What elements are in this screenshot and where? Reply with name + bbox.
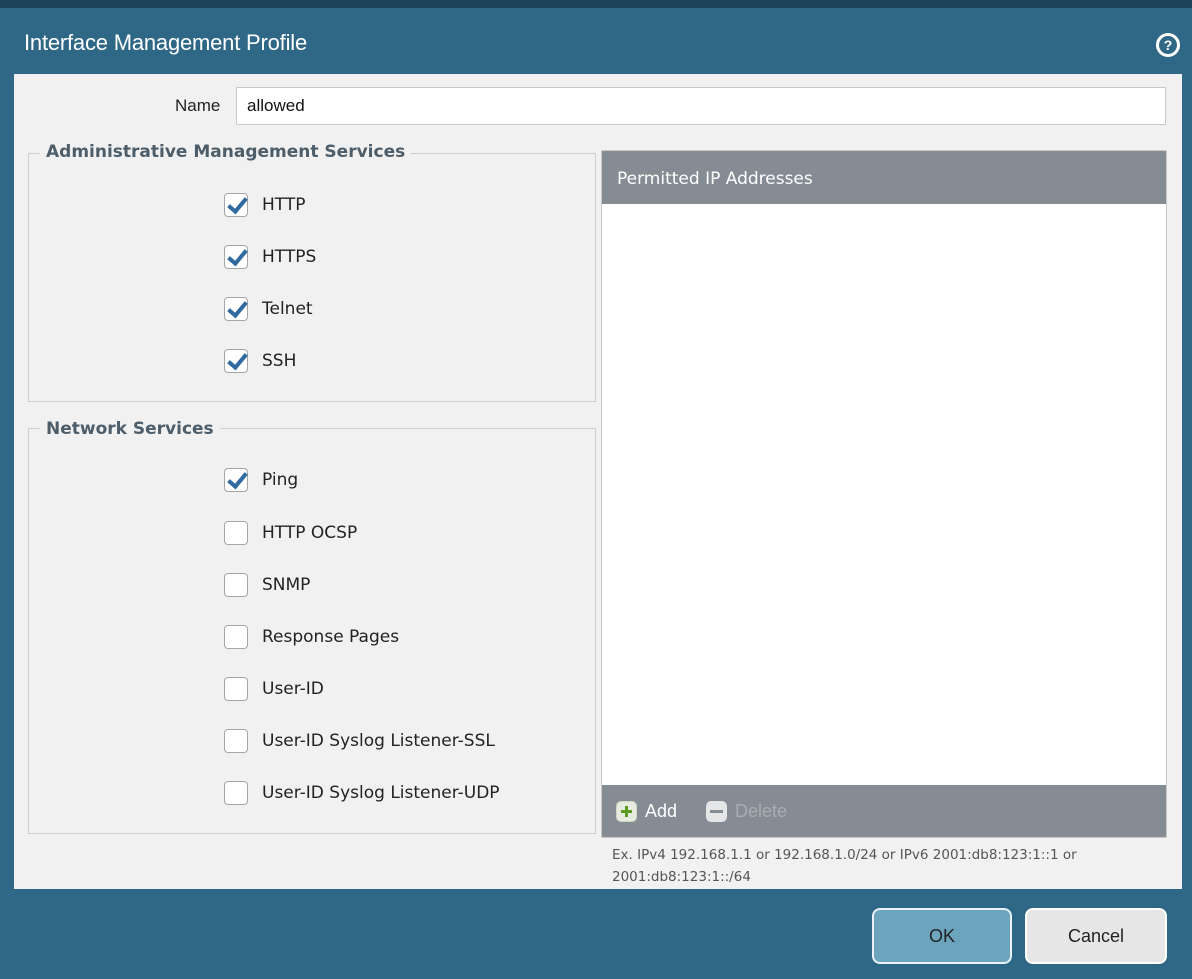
checkbox-https[interactable]: HTTPS	[224, 245, 316, 269]
add-button[interactable]: Add	[616, 801, 677, 822]
dialog-titlebar: Interface Management Profile ?	[0, 0, 1192, 74]
minus-icon	[706, 801, 727, 822]
checkbox-snmp[interactable]: SNMP	[224, 573, 310, 597]
checkbox-unchecked-icon[interactable]	[224, 625, 248, 649]
checkbox-label: HTTPS	[262, 247, 317, 267]
checkbox-http-ocsp[interactable]: HTTP OCSP	[224, 521, 357, 545]
admin-services-legend: Administrative Management Services	[40, 142, 412, 162]
ok-button[interactable]: OK	[872, 908, 1012, 964]
checkbox-label: SSH	[262, 351, 297, 371]
cancel-button[interactable]: Cancel	[1025, 908, 1167, 964]
checkbox-label: User-ID Syslog Listener-UDP	[262, 783, 500, 803]
checkbox-label: HTTP OCSP	[262, 523, 358, 543]
help-circle-icon[interactable]: ?	[1156, 33, 1180, 57]
checkbox-unchecked-icon[interactable]	[224, 729, 248, 753]
checkbox-user-id-syslog-ssl[interactable]: User-ID Syslog Listener-SSL	[224, 729, 495, 753]
checkbox-label: User-ID	[262, 679, 324, 699]
checkbox-label: HTTP	[262, 195, 306, 215]
checkbox-checked-icon[interactable]	[224, 297, 248, 321]
checkbox-telnet[interactable]: Telnet	[224, 297, 313, 321]
add-button-label: Add	[645, 801, 678, 821]
checkbox-label: User-ID Syslog Listener-SSL	[262, 731, 495, 751]
checkbox-ssh[interactable]: SSH	[224, 349, 296, 373]
dialog-title: Interface Management Profile	[24, 30, 307, 55]
permitted-ip-toolbar: Add Delete	[602, 785, 1166, 837]
checkbox-user-id-syslog-udp[interactable]: User-ID Syslog Listener-UDP	[224, 781, 500, 805]
ip-format-hint: Ex. IPv4 192.168.1.1 or 192.168.1.0/24 o…	[612, 847, 1077, 885]
admin-services-group	[28, 153, 596, 402]
checkbox-checked-icon[interactable]	[224, 193, 248, 217]
checkbox-unchecked-icon[interactable]	[224, 677, 248, 701]
permitted-ip-grid[interactable]: Permitted IP Addresses Add Delete	[601, 150, 1167, 838]
checkbox-label: SNMP	[262, 575, 311, 595]
checkbox-label: Telnet	[262, 299, 313, 319]
checkbox-unchecked-icon[interactable]	[224, 573, 248, 597]
delete-button-label: Delete	[735, 801, 788, 821]
name-input[interactable]: allowed	[236, 87, 1166, 125]
checkbox-checked-icon[interactable]	[224, 349, 248, 373]
checkbox-http[interactable]: HTTP	[224, 193, 306, 217]
checkbox-label: Response Pages	[262, 627, 400, 647]
checkbox-user-id[interactable]: User-ID	[224, 677, 324, 701]
checkbox-unchecked-icon[interactable]	[224, 521, 248, 545]
checkbox-ping[interactable]: Ping	[224, 468, 298, 492]
checkbox-label: Ping	[262, 470, 299, 490]
checkbox-response-pages[interactable]: Response Pages	[224, 625, 399, 649]
name-label: Name	[175, 96, 221, 115]
permitted-ip-header[interactable]: Permitted IP Addresses	[602, 151, 1166, 204]
checkbox-checked-icon[interactable]	[224, 468, 248, 492]
network-services-legend: Network Services	[40, 419, 220, 439]
plus-icon	[616, 801, 637, 822]
delete-button[interactable]: Delete	[706, 801, 787, 822]
checkbox-checked-icon[interactable]	[224, 245, 248, 269]
checkbox-unchecked-icon[interactable]	[224, 781, 248, 805]
